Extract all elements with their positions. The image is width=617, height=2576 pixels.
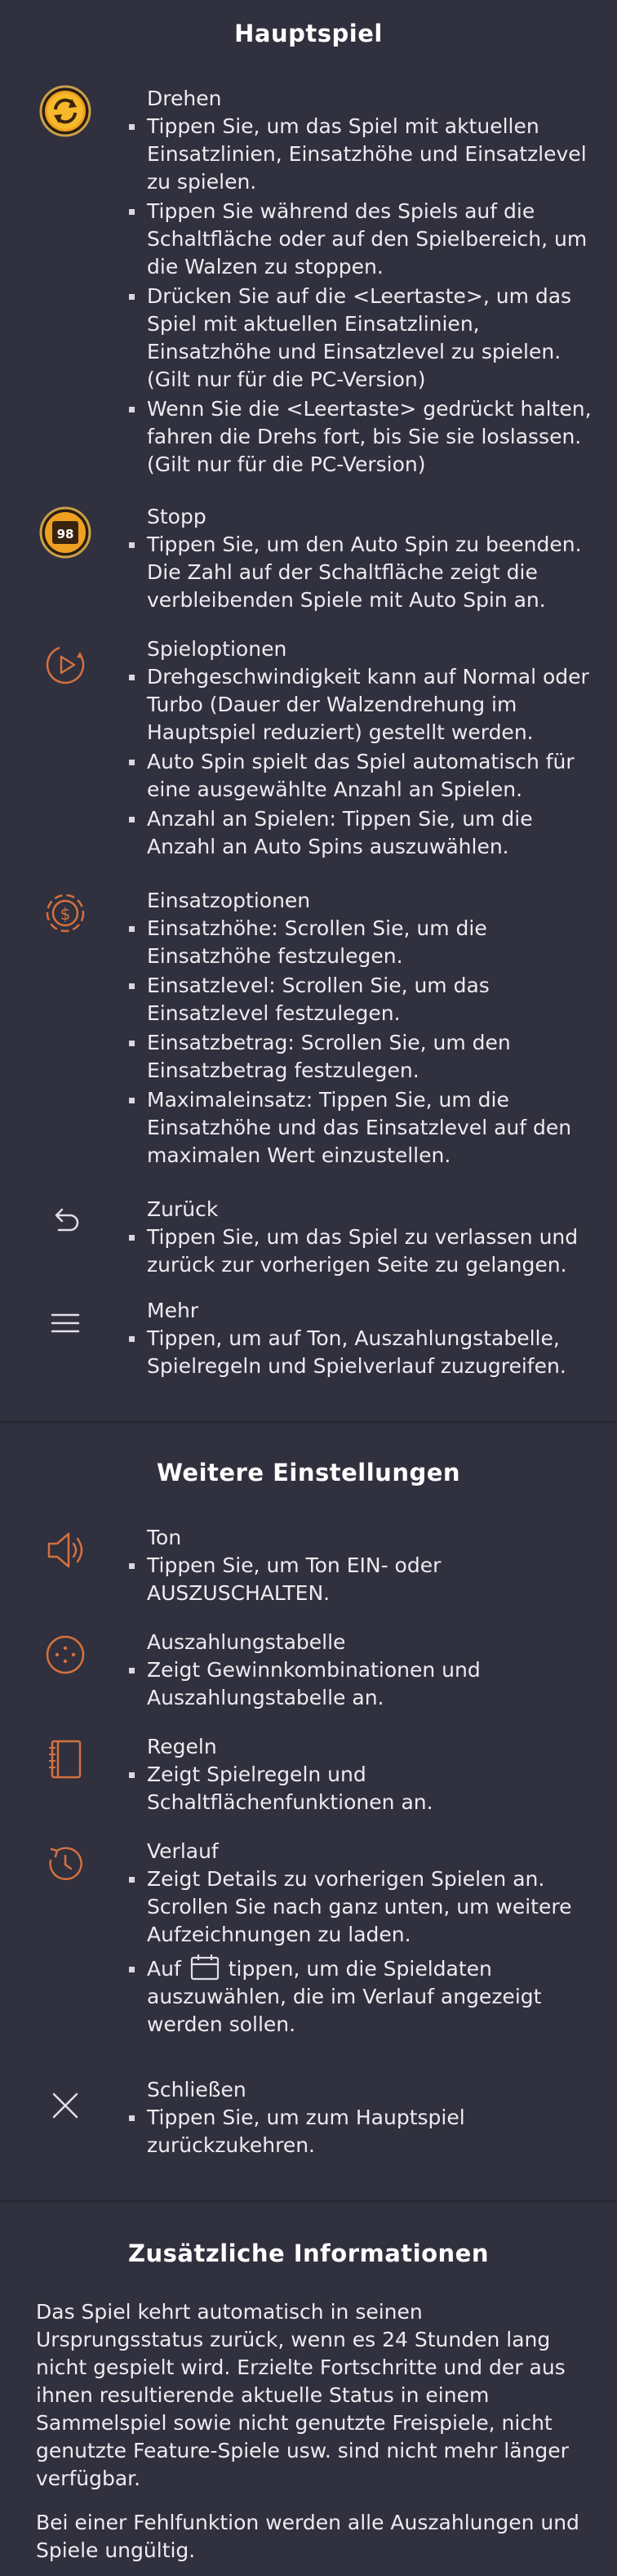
help-item-content: Auszahlungstabelle Zeigt Gewinnkombinati… (129, 1629, 592, 1714)
bullet-list: Tippen Sie, um Ton EIN- oder AUSZUSCHALT… (129, 1552, 592, 1607)
history-clock-icon (39, 1838, 91, 1890)
game-options-icon (39, 639, 91, 691)
bullet-text: Tippen Sie, um das Spiel zu verlassen un… (129, 1223, 592, 1279)
more-settings-section: Weitere Einstellungen Ton Tippen Sie, um… (0, 1423, 617, 2202)
bullet-text: Einsatzbetrag: Scrollen Sie, um den Eins… (129, 1029, 592, 1085)
bullet-list: Tippen Sie, um das Spiel mit aktuellen E… (129, 113, 592, 479)
bullet-text: Tippen Sie, um den Auto Spin zu beenden.… (129, 531, 592, 614)
bullet-text: Zeigt Spielregeln und Schaltflächenfunkt… (129, 1761, 592, 1816)
help-item-content: Spieloptionen Drehgeschwindigkeit kann a… (129, 635, 592, 862)
help-item-content: Einsatzoptionen Einsatzhöhe: Scrollen Si… (129, 887, 592, 1171)
section-title-additional-info: Zusätzliche Informationen (128, 2240, 489, 2267)
help-item-title: Zurück (147, 1197, 219, 1221)
spin-icon (39, 85, 91, 137)
close-x-icon (39, 2079, 91, 2132)
bullet-list: Zeigt Gewinnkombinationen und Auszahlung… (129, 1656, 592, 1712)
help-item-title: Spieloptionen (147, 637, 287, 661)
main-game-section: Hauptspiel Drehen Tippen Sie, um das Spi… (0, 0, 617, 1423)
paytable-icon (39, 1629, 91, 1681)
bullet-text: Tippen Sie, um das Spiel mit aktuellen E… (129, 113, 592, 196)
bullet-text: Tippen Sie, um Ton EIN- oder AUSZUSCHALT… (129, 1552, 592, 1607)
speaker-icon (39, 1524, 91, 1576)
stop-icon: 98 (39, 506, 91, 559)
bullet-text: Zeigt Details zu vorherigen Spielen an. … (129, 1865, 592, 1949)
bullet-text: Tippen Sie, um zum Hauptspiel zurückzuke… (129, 2104, 592, 2159)
stop-icon-label: 98 (57, 527, 74, 541)
back-arrow-icon (39, 1192, 91, 1245)
help-item-title: Einsatzoptionen (147, 889, 311, 912)
bullet-list: Tippen Sie, um das Spiel zu verlassen un… (129, 1223, 592, 1279)
help-item-content: Ton Tippen Sie, um Ton EIN- oder AUSZUSC… (129, 1524, 592, 1609)
info-paragraph: Bei einer Fehlfunktion werden alle Ausza… (36, 2511, 579, 2562)
bullet-text: Einsatzhöhe: Scrollen Sie, um die Einsat… (129, 915, 592, 970)
help-item-title: Regeln (147, 1735, 217, 1758)
menu-icon (39, 1297, 91, 1349)
help-item-title: Verlauf (147, 1839, 219, 1863)
bullet-list: Tippen, um auf Ton, Auszahlungstabelle, … (129, 1325, 592, 1380)
bullet-text: Wenn Sie die <Leertaste> gedrückt halten… (129, 395, 592, 479)
bullet-list: Drehgeschwindigkeit kann auf Normal oder… (129, 663, 592, 861)
rules-book-icon (39, 1733, 91, 1785)
svg-text:$: $ (60, 904, 71, 924)
help-item-content: Verlauf Zeigt Details zu vorherigen Spie… (129, 1838, 592, 2040)
help-item-content: Schließen Tippen Sie, um zum Hauptspiel … (129, 2076, 592, 2161)
bullet-text: Drehgeschwindigkeit kann auf Normal oder… (129, 663, 592, 747)
info-paragraph: Das Spiel kehrt automatisch in seinen Ur… (36, 2300, 569, 2490)
calendar-icon (189, 1954, 220, 1981)
bullet-list: Zeigt Details zu vorherigen Spielen an. … (129, 1865, 592, 2039)
help-item-title: Schließen (147, 2078, 246, 2101)
section-title-more-settings: Weitere Einstellungen (156, 1459, 461, 1486)
help-item-title: Ton (147, 1526, 182, 1549)
help-item-title: Stopp (147, 505, 206, 528)
help-item-content: Stopp Tippen Sie, um den Auto Spin zu be… (129, 503, 592, 616)
bullet-text: Drücken Sie auf die <Leertaste>, um das … (129, 283, 592, 394)
help-item-title: Drehen (147, 87, 222, 110)
help-item-content: Mehr Tippen, um auf Ton, Auszahlungstabe… (129, 1297, 592, 1382)
bullet-text: Zeigt Gewinnkombinationen und Auszahlung… (129, 1656, 592, 1712)
bullet-list: Zeigt Spielregeln und Schaltflächenfunkt… (129, 1761, 592, 1816)
bullet-list: Tippen Sie, um zum Hauptspiel zurückzuke… (129, 2104, 592, 2159)
bullet-list: Einsatzhöhe: Scrollen Sie, um die Einsat… (129, 915, 592, 1170)
help-item-title: Mehr (147, 1299, 199, 1322)
bullet-text: Tippen, um auf Ton, Auszahlungstabelle, … (129, 1325, 592, 1380)
help-item-content: Regeln Zeigt Spielregeln und Schaltfläch… (129, 1733, 592, 1818)
bullet-text-before: Auf (147, 1957, 181, 1981)
help-item-content: Zurück Tippen Sie, um das Spiel zu verla… (129, 1196, 592, 1281)
bullet-calendar: Auf tippen, um die Spieldaten auszuwählen… (129, 1954, 592, 2039)
section-title-main-game: Hauptspiel (234, 20, 383, 47)
bullet-text: Anzahl an Spielen: Tippen Sie, um die An… (129, 805, 592, 861)
bullet-text: Auto Spin spielt das Spiel automatisch f… (129, 748, 592, 804)
bullet-text: Einsatzlevel: Scrollen Sie, um das Einsa… (129, 972, 592, 1027)
additional-info-section: Zusätzliche Informationen Das Spiel kehr… (0, 2202, 617, 2574)
help-item-title: Auszahlungstabelle (147, 1630, 346, 1654)
bet-options-icon: $ (39, 887, 91, 939)
bullet-text: Tippen Sie während des Spiels auf die Sc… (129, 198, 592, 281)
help-item-content: Drehen Tippen Sie, um das Spiel mit aktu… (129, 85, 592, 480)
bullet-text: Maximaleinsatz: Tippen Sie, um die Einsa… (129, 1086, 592, 1170)
bullet-list: Tippen Sie, um den Auto Spin zu beenden.… (129, 531, 592, 614)
